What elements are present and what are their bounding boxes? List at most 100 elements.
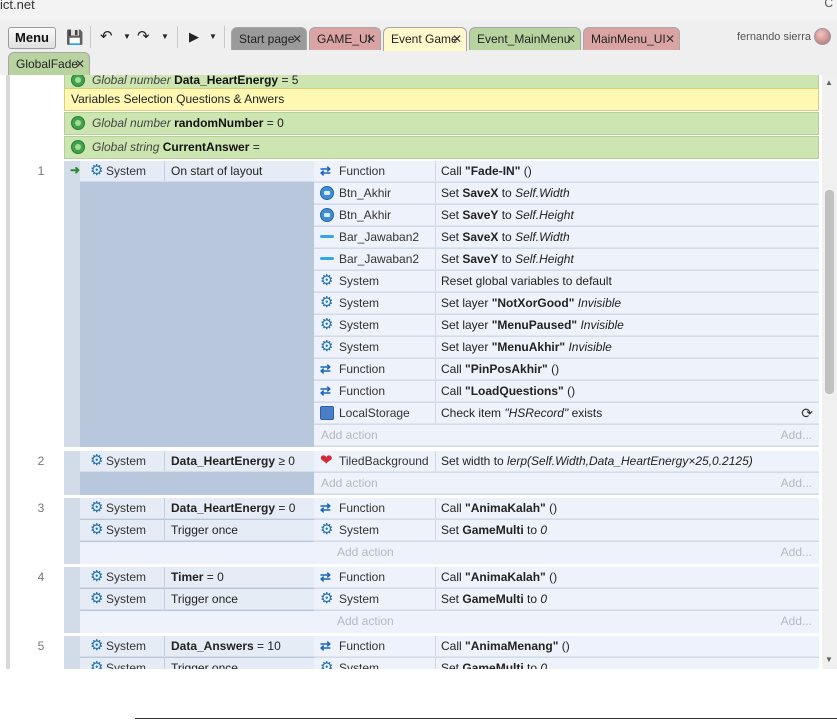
event-block[interactable]: ⚙ System Data_Answers = 10 ⚙ System Trigger o… — [64, 636, 819, 669]
action-object: ⇄ Function — [318, 381, 435, 401]
add-action-row[interactable]: Add action Add... — [80, 542, 819, 564]
redo-dropdown-icon[interactable]: ▼ — [161, 26, 169, 48]
menu-button[interactable]: Menu — [8, 27, 56, 49]
event-block[interactable]: ⚙ System Data_HeartEnergy ≥ 0 ❤ TiledBackgro… — [64, 451, 819, 495]
play-icon[interactable]: ▶ — [189, 26, 199, 48]
tab-game-ui[interactable]: GAME_UI ✕ — [309, 27, 381, 50]
condition-row[interactable]: ⚙ System Trigger once — [80, 520, 314, 541]
tab-event-game[interactable]: Event Game ✕ — [383, 27, 467, 51]
action-text-part: Set — [441, 523, 463, 537]
scrollbar-thumb[interactable] — [825, 190, 834, 394]
action-row[interactable]: ⚙ System Reset global variables to default — [314, 271, 819, 292]
condition-row[interactable]: ⚙ System Trigger once — [80, 589, 314, 610]
condition-object-name: System — [106, 592, 147, 606]
scroll-up-icon[interactable]: ▲ — [825, 78, 833, 87]
condition-row[interactable]: ⚙ System On start of layout — [80, 161, 314, 182]
toolbar-separator — [177, 26, 178, 48]
action-row[interactable]: Btn_Akhir Set SaveY to Self.Height — [314, 205, 819, 226]
action-row[interactable]: ⇄ Function Call "AnimaKalah" () — [314, 498, 819, 519]
action-object: LocalStorage — [318, 403, 435, 423]
add-action-row[interactable]: Add action Add... — [314, 473, 819, 494]
gear-icon: ⚙ — [90, 499, 104, 516]
undo-dropdown-icon[interactable]: ▼ — [123, 26, 131, 48]
redo-icon[interactable]: ↷ — [137, 26, 150, 48]
action-row[interactable]: ⚙ System Set layer "MenuAkhir" Invisible — [314, 337, 819, 358]
bar-icon — [320, 257, 334, 260]
column-divider — [164, 161, 165, 181]
close-icon[interactable]: ✕ — [75, 53, 85, 75]
action-row[interactable]: ⇄ Function Call "AnimaMenang" () — [314, 636, 819, 657]
action-row[interactable]: ⚙ System Set layer "MenuPaused" Invisible — [314, 315, 819, 336]
global-variable-row[interactable]: Global number randomNumber = 0 — [64, 112, 819, 135]
column-divider — [435, 271, 436, 291]
add-action-row[interactable]: Add action Add... — [80, 611, 819, 633]
column-divider — [435, 205, 436, 225]
column-divider — [164, 520, 165, 540]
action-italic-text: Self.Width — [515, 186, 570, 200]
avatar[interactable] — [814, 28, 831, 45]
action-row[interactable]: ❤ TiledBackground Set width to lerp(Self.W… — [314, 451, 819, 472]
action-italic-text: 0 — [540, 523, 548, 537]
action-row[interactable]: LocalStorage Check item "HSRecord" exists… — [314, 403, 819, 424]
action-row[interactable]: ⚙ System Set layer "NotXorGood" Invisible — [314, 293, 819, 314]
globe-icon — [71, 140, 85, 154]
comment-row[interactable]: Variables Selection Questions & Anwers — [64, 88, 819, 111]
action-row[interactable]: ⚙ System Set GameMulti to 0 — [314, 520, 819, 541]
action-row[interactable]: Bar_Jawaban2 Set SaveX to Self.Width — [314, 227, 819, 248]
undo-icon[interactable]: ↶ — [100, 26, 113, 48]
condition-object-name: System — [106, 523, 147, 537]
event-block[interactable]: ⚙ System Data_HeartEnergy = 0 ⚙ System Trigge… — [64, 498, 819, 564]
tab-mainmenu-ui[interactable]: MainMenu_UI ✕ — [583, 27, 680, 50]
action-row[interactable]: ⚙ System Set GameMulti to 0 — [314, 658, 819, 669]
close-icon[interactable]: ✕ — [452, 28, 462, 50]
event-sheet[interactable]: Global number Data_HeartEnergy = 5 Varia… — [0, 75, 822, 669]
column-divider — [164, 589, 165, 609]
close-icon[interactable]: ✕ — [366, 28, 376, 50]
scroll-down-icon[interactable]: ▼ — [825, 655, 833, 664]
column-divider — [435, 337, 436, 357]
gear-icon: ⚙ — [320, 590, 334, 607]
user-name: fernando sierra — [737, 31, 811, 43]
action-row[interactable]: ⚙ System Set GameMulti to 0 — [314, 589, 819, 610]
action-italic-text: Invisible — [568, 340, 612, 354]
tab-event-mainmenu[interactable]: Event_MainMenu ✕ — [469, 27, 581, 50]
action-text-part: to — [523, 523, 541, 537]
action-row[interactable]: Btn_Akhir Set SaveX to Self.Width — [314, 183, 819, 204]
condition-row[interactable]: ⚙ System Trigger once — [80, 658, 314, 669]
event-block[interactable]: ⚙ System Timer = 0 ⚙ System Trigger once ⇄ Func… — [64, 567, 819, 633]
condition-row[interactable]: ⚙ System Data_Answers = 10 — [80, 636, 314, 657]
play-dropdown-icon[interactable]: ▼ — [209, 26, 217, 48]
column-divider — [164, 636, 165, 656]
condition-bold-text: Data_HeartEnergy — [171, 454, 276, 468]
close-icon[interactable]: ✕ — [292, 28, 302, 50]
vertical-scrollbar[interactable]: ▲ ▼ — [822, 75, 837, 669]
reload-icon[interactable]: ⟳ — [801, 403, 813, 423]
action-row[interactable]: ⇄ Function Call "AnimaKalah" () — [314, 567, 819, 588]
add-action-row[interactable]: Add action Add... — [314, 425, 819, 446]
condition-row[interactable]: ⚙ System Data_HeartEnergy = 0 — [80, 498, 314, 519]
action-bold-text: GameMulti — [462, 523, 524, 537]
variable-value: = 5 — [281, 75, 299, 87]
condition-row[interactable]: ⚙ System Data_HeartEnergy ≥ 0 — [80, 451, 314, 472]
global-variable-row[interactable]: Global string CurrentAnswer = — [64, 136, 819, 159]
action-text-part: Check item — [441, 406, 505, 420]
action-text-part: to — [498, 230, 516, 244]
action-row[interactable]: ⇄ Function Call "PinPosAkhir" () — [314, 359, 819, 380]
tab-start-page[interactable]: Start page ✕ — [231, 27, 307, 50]
action-row[interactable]: ⇄ Function Call "Fade-IN" () — [314, 161, 819, 182]
action-row[interactable]: Bar_Jawaban2 Set SaveY to Self.Height — [314, 249, 819, 270]
action-text-part: Set width to — [441, 454, 508, 468]
save-icon[interactable]: 💾 — [66, 26, 83, 48]
action-row[interactable]: ⇄ Function Call "LoadQuestions" () — [314, 381, 819, 402]
event-number: 4 — [37, 570, 45, 584]
tab-globalfade[interactable]: GlobalFade ✕ — [8, 52, 90, 75]
close-icon[interactable]: ✕ — [566, 28, 576, 50]
action-bold-text: GameMulti — [462, 592, 524, 606]
column-divider — [435, 658, 436, 669]
action-text-part: Set — [441, 661, 463, 669]
condition-row[interactable]: ⚙ System Timer = 0 — [80, 567, 314, 588]
event-block[interactable]: ⚙ System On start of layout ➜ ⇄ Function Call … — [64, 161, 819, 447]
action-object: ⇄ Function — [318, 161, 435, 181]
close-icon[interactable]: ✕ — [665, 28, 675, 50]
action-bold-text: "NotXorGood" — [491, 296, 575, 310]
